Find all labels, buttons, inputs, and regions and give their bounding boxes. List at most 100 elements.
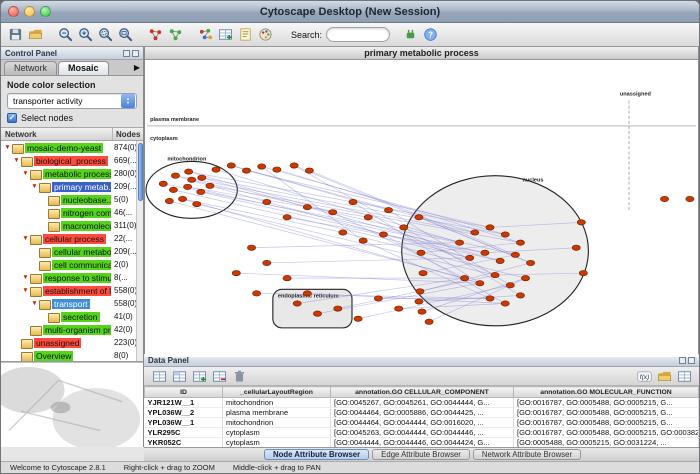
network-node[interactable] [212, 167, 220, 172]
network-node[interactable] [290, 163, 298, 168]
network-node[interactable] [455, 240, 463, 245]
network-node[interactable] [334, 306, 342, 311]
network-column-header[interactable]: Network [1, 128, 113, 140]
cell[interactable]: [GO:0045267, GO:0045261, GO:0044444, G..… [331, 398, 514, 408]
network-node[interactable] [579, 270, 587, 275]
network-node[interactable] [159, 181, 167, 186]
network-node[interactable] [476, 281, 484, 286]
zoom-button[interactable] [40, 6, 51, 17]
network-node[interactable] [339, 230, 347, 235]
close-button[interactable] [8, 6, 19, 17]
tree-item-biological-process[interactable]: ▼biological_process669(... [1, 154, 143, 167]
tree-item-secretion[interactable]: secretion41(0) [1, 310, 143, 323]
cell[interactable]: [GO:0016787, GO:0005488, GO:0005215, GO:… [514, 428, 699, 438]
network-node[interactable] [417, 250, 425, 255]
vizmapper-icon[interactable] [256, 26, 274, 44]
network-node[interactable] [516, 240, 524, 245]
network-node[interactable] [283, 215, 291, 220]
tab-network-attribute-browser[interactable]: Network Attribute Browser [473, 449, 581, 460]
tab-edge-attribute-browser[interactable]: Edge Attribute Browser [372, 449, 470, 460]
network-node[interactable] [329, 210, 337, 215]
cell-id[interactable]: YPL036W__1 [145, 418, 223, 428]
cell-id[interactable]: YPL036W__2 [145, 408, 223, 418]
tree-item-nucleobase[interactable]: nucleobase...5(0) [1, 193, 143, 206]
cell[interactable]: plasma membrane [223, 408, 331, 418]
column-settings-icon[interactable] [675, 367, 693, 385]
network-node[interactable] [400, 225, 408, 230]
network-node[interactable] [273, 167, 281, 172]
network-node[interactable] [349, 199, 357, 204]
delete-attribute-icon[interactable] [210, 367, 228, 385]
zoom-selected-icon[interactable] [96, 26, 114, 44]
network-node[interactable] [305, 168, 313, 173]
node-color-attribute-select[interactable]: transporter activity ▲▼ [7, 93, 137, 109]
network-node[interactable] [425, 319, 433, 324]
table-row[interactable]: YPL036W__1mitochondrion[GO:0044464, GO:0… [145, 418, 699, 428]
tree-item-cellular-process[interactable]: ▼cellular process22(... [1, 232, 143, 245]
network-node[interactable] [511, 252, 519, 257]
network-node[interactable] [293, 301, 301, 306]
tree-item-overview[interactable]: Overview8(0) [1, 349, 143, 362]
formula-builder-icon[interactable]: f(x) [635, 367, 653, 385]
table-row[interactable]: YJR121W__1mitochondrion[GO:0045267, GO:0… [145, 398, 699, 408]
cell[interactable]: [GO:0044444, GO:0044446, GO:0044424, G..… [331, 438, 514, 448]
float-panel-icon[interactable] [123, 50, 130, 57]
network-node[interactable] [185, 169, 193, 174]
expand-arrow-icon[interactable]: ▼ [12, 154, 21, 167]
cell[interactable]: cytoplasm [223, 438, 331, 448]
import-attributes-icon[interactable] [655, 367, 673, 385]
float-panel-icon[interactable] [679, 357, 686, 364]
table-row[interactable]: YKR052Ccytoplasm[GO:0044444, GO:0044446,… [145, 438, 699, 448]
import-network-icon[interactable] [146, 26, 164, 44]
cell[interactable]: [GO:0044464, GO:0044444, GO:0016020, ... [331, 418, 514, 428]
column-header[interactable]: annotation.GO CELLULAR_COMPONENT [331, 387, 514, 398]
network-node[interactable] [258, 164, 266, 169]
select-nodes-checkbox[interactable]: ✓ [7, 113, 17, 123]
tree-item-mosaic-demo-yeast[interactable]: ▼mosaic-demo-yeast874(0) [1, 141, 143, 154]
network-node[interactable] [184, 184, 192, 189]
network-node[interactable] [418, 309, 426, 314]
network-node[interactable] [283, 276, 291, 281]
cell[interactable]: [GO:0005488, GO:0005215, GO:0031224, ... [514, 438, 699, 448]
network-node[interactable] [572, 245, 580, 250]
close-panel-icon[interactable] [688, 357, 695, 364]
network-node[interactable] [415, 215, 423, 220]
network-node[interactable] [374, 296, 382, 301]
network-node[interactable] [527, 260, 535, 265]
column-header[interactable]: _cellularLayoutRegion [223, 387, 331, 398]
cell[interactable]: [GO:0016787, GO:0005488, GO:0005215, G..… [514, 398, 699, 408]
tree-item-establishment-of-lo[interactable]: ▼establishment of lo...558(0) [1, 284, 143, 297]
annotation-icon[interactable] [236, 26, 254, 44]
network-node[interactable] [506, 283, 514, 288]
scrollbar-thumb[interactable] [138, 143, 143, 201]
close-panel-icon[interactable] [132, 50, 139, 57]
network-node[interactable] [263, 260, 271, 265]
network-node[interactable] [686, 196, 694, 201]
cell[interactable]: cytoplasm [223, 428, 331, 438]
network-node[interactable] [415, 299, 423, 304]
cell[interactable]: mitochondrion [223, 398, 331, 408]
cell[interactable]: mitochondrion [223, 418, 331, 428]
plugins-icon[interactable] [401, 26, 419, 44]
expand-arrow-icon[interactable]: ▼ [3, 141, 12, 154]
network-node[interactable] [471, 230, 479, 235]
tree-item-cell-communica[interactable]: cell communica...2(0) [1, 258, 143, 271]
network-node[interactable] [263, 199, 271, 204]
tree-item-nitrogen-compo[interactable]: nitrogen compo...46(... [1, 206, 143, 219]
cell-id[interactable]: YKR052C [145, 438, 223, 448]
network-node[interactable] [247, 245, 255, 250]
network-node[interactable] [516, 293, 524, 298]
tree-item-response-to-stimul[interactable]: ▼response to stimul...8(... [1, 271, 143, 284]
zoom-out-icon[interactable] [56, 26, 74, 44]
network-node[interactable] [188, 177, 196, 182]
column-header[interactable]: annotation.GO MOLECULAR_FUNCTION [514, 387, 699, 398]
network-node[interactable] [165, 198, 173, 203]
network-node[interactable] [354, 316, 362, 321]
tree-scrollbar[interactable] [136, 141, 143, 361]
select-attributes-icon[interactable] [150, 367, 168, 385]
network-node[interactable] [242, 168, 250, 173]
unselect-attributes-icon[interactable] [170, 367, 188, 385]
network-node[interactable] [303, 204, 311, 209]
minimize-button[interactable] [24, 6, 35, 17]
network-node[interactable] [197, 189, 205, 194]
